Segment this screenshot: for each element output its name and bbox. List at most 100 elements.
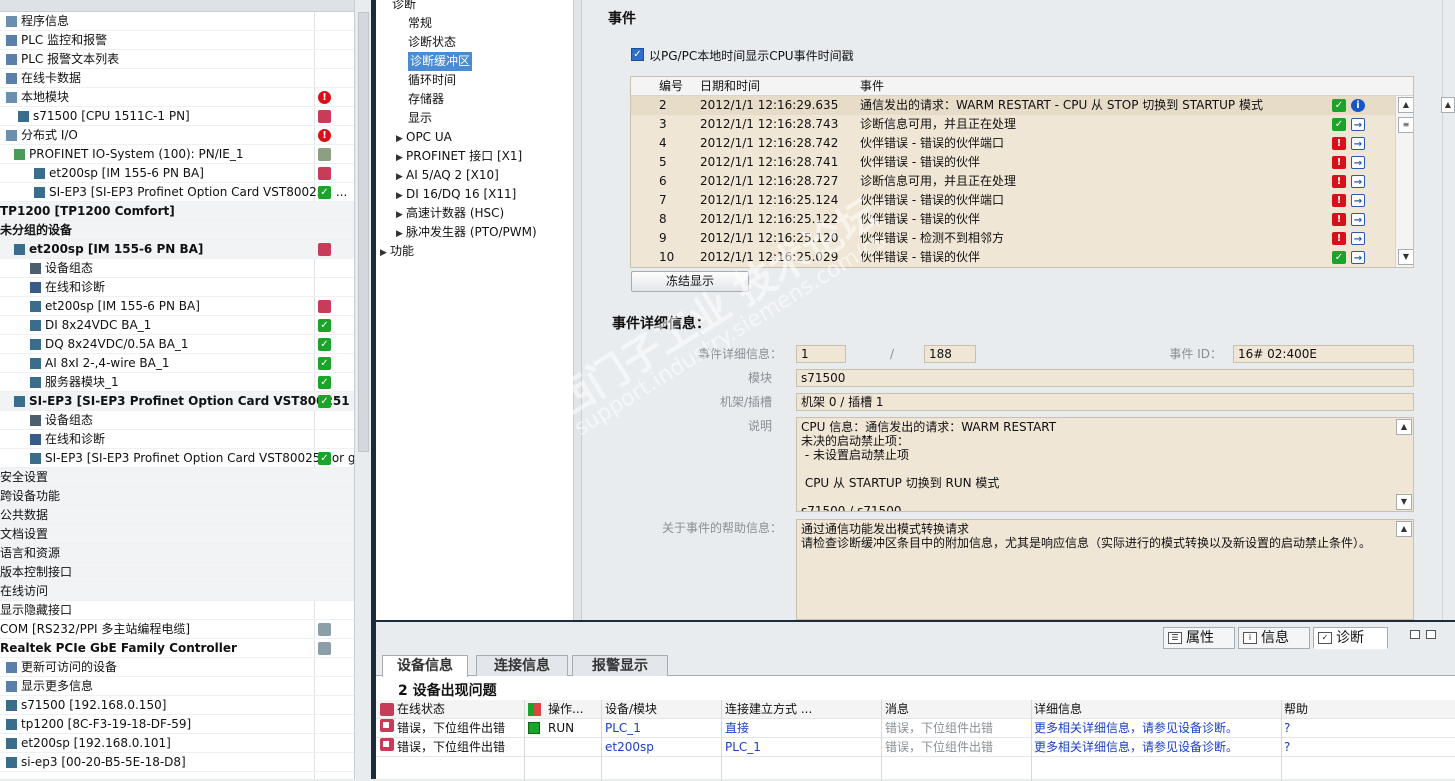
event-table-scrollbar[interactable]: ▲ ≡ ▼ <box>1395 96 1413 267</box>
event-row[interactable]: 2 2012/1/1 12:16:29.635 通信发出的请求：WARM RESTA… <box>631 96 1413 115</box>
nav-item[interactable]: ▶ 脉冲发生器 (PTO/PWM) <box>396 223 537 242</box>
tree-item[interactable]: s71500 [192.168.0.150] <box>0 696 354 715</box>
nav-item[interactable]: ▶ AI 5/AQ 2 [X10] <box>396 166 499 185</box>
scroll-thumb[interactable]: ≡ <box>1398 117 1413 133</box>
tree-item[interactable]: 公共数据 <box>0 506 354 525</box>
layout-icon[interactable] <box>1426 630 1436 639</box>
detail-index-field[interactable]: 1 <box>796 345 846 363</box>
device-detail[interactable]: 更多相关详细信息，请参见设备诊断。 <box>1034 738 1238 757</box>
scroll-down-button[interactable]: ▼ <box>1398 249 1413 265</box>
tree-item[interactable]: PROFINET IO-System (100): PN/IE_1 <box>0 145 354 164</box>
nav-item[interactable]: 诊断 <box>392 0 416 14</box>
main-scroll-up[interactable]: ▲ <box>1441 97 1455 113</box>
nav-item[interactable]: ▶ 功能 <box>380 242 414 261</box>
col-datetime[interactable]: 日期和时间 <box>700 77 760 96</box>
tree-item[interactable]: SI-EP3 [SI-EP3 Profinet Option Card VST8… <box>0 392 354 411</box>
freeze-display-button[interactable]: 冻结显示 <box>631 271 749 292</box>
nav-item[interactable]: ▶ 高速计数器 (HSC) <box>396 204 504 223</box>
tree-item[interactable]: et200sp [IM 155-6 PN BA] <box>0 164 354 183</box>
col-connection[interactable]: 连接建立方式 ... <box>725 700 812 719</box>
event-row[interactable]: 5 2012/1/1 12:16:28.741 伙伴错误 - 错误的伙伴! → <box>631 153 1413 172</box>
tree-item[interactable]: 版本控制接口 <box>0 563 354 582</box>
tree-item[interactable]: PLC 监控和报警 <box>0 31 354 50</box>
device-device[interactable]: et200sp <box>605 738 654 757</box>
event-row[interactable]: 8 2012/1/1 12:16:25.122 伙伴错误 - 错误的伙伴! → <box>631 210 1413 229</box>
tab-info[interactable]: i 信息 <box>1238 627 1310 649</box>
desc-scroll-up[interactable]: ▲ <box>1396 419 1412 435</box>
subtab-connection-info[interactable]: 连接信息 <box>476 655 568 676</box>
nav-item[interactable]: 显示 <box>408 109 432 128</box>
main-scrollbar[interactable]: ▲ <box>1441 0 1455 620</box>
tree-item[interactable]: 未分组的设备 <box>0 221 354 240</box>
device-device[interactable]: PLC_1 <box>605 719 641 738</box>
col-device[interactable]: 设备/模块 <box>605 700 657 719</box>
nav-item[interactable]: 诊断缓冲区 <box>408 52 473 71</box>
event-row[interactable]: 7 2012/1/1 12:16:25.124 伙伴错误 - 错误的伙伴端口! → <box>631 191 1413 210</box>
tree-item[interactable]: et200sp [IM 155-6 PN BA] <box>0 240 354 259</box>
col-message[interactable]: 消息 <box>885 700 909 719</box>
tree-item[interactable]: 更新可访问的设备 <box>0 658 354 677</box>
col-details[interactable]: 详细信息 <box>1034 700 1082 719</box>
tree-item[interactable]: DI 8x24VDC BA_1 ✓ <box>0 316 354 335</box>
tree-item[interactable]: 语言和资源 <box>0 544 354 563</box>
help-scroll-up[interactable]: ▲ <box>1396 521 1412 537</box>
tree-item[interactable]: 分布式 I/O! <box>0 126 354 145</box>
tab-diagnostics[interactable]: ✓ 诊断 <box>1313 627 1388 649</box>
expand-arrow-icon[interactable]: ▶ <box>380 244 390 263</box>
local-time-checkbox[interactable]: ✓ <box>631 48 644 61</box>
event-row[interactable]: 3 2012/1/1 12:16:28.743 诊断信息可用，并且正在处理 ✓ → <box>631 115 1413 134</box>
tree-item[interactable]: 程序信息 <box>0 12 354 31</box>
col-number[interactable]: 编号 <box>659 77 683 96</box>
tree-item[interactable]: 设备组态 <box>0 259 354 278</box>
tree-item[interactable]: 跨设备功能 <box>0 487 354 506</box>
subtab-alarm-display[interactable]: 报警显示 <box>572 655 668 676</box>
desc-scroll-down[interactable]: ▼ <box>1396 494 1412 510</box>
tree-item[interactable]: TP1200 [TP1200 Comfort] <box>0 202 354 221</box>
tree-item[interactable]: COM [RS232/PPI 多主站编程电缆] <box>0 620 354 639</box>
tree-item[interactable]: 在线访问 <box>0 582 354 601</box>
tree-item[interactable]: 文档设置 <box>0 525 354 544</box>
tree-item[interactable]: si-ep3 [00-20-B5-5E-18-D8] <box>0 753 354 772</box>
device-help[interactable]: ? <box>1284 738 1290 757</box>
tree-scroll-thumb[interactable] <box>358 12 369 452</box>
tree-item[interactable]: 设备组态 <box>0 411 354 430</box>
col-operating[interactable]: 操作... <box>548 700 583 719</box>
col-help[interactable]: 帮助 <box>1284 700 1308 719</box>
nav-item[interactable]: ▶ DI 16/DQ 16 [X11] <box>396 185 516 204</box>
tree-item[interactable]: 在线卡数据 <box>0 69 354 88</box>
nav-item[interactable]: 存储器 <box>408 90 444 109</box>
tree-item[interactable]: tp1200 [8C-F3-19-18-DF-59] <box>0 715 354 734</box>
tree-item[interactable]: DQ 8x24VDC/0.5A BA_1 ✓ <box>0 335 354 354</box>
tree-item[interactable]: 服务器模块_1 ✓ <box>0 373 354 392</box>
tree-item[interactable]: et200sp [192.168.0.101] <box>0 734 354 753</box>
event-row[interactable]: 6 2012/1/1 12:16:28.727 诊断信息可用，并且正在处理! → <box>631 172 1413 191</box>
restore-icon[interactable] <box>1410 630 1420 639</box>
tree-item[interactable]: AI 8xI 2-,4-wire BA_1 ✓ <box>0 354 354 373</box>
col-online-status[interactable]: 在线状态 <box>397 700 445 719</box>
tree-item[interactable]: 显示隐藏接口 <box>0 601 354 620</box>
scroll-up-button[interactable]: ▲ <box>1398 97 1413 113</box>
nav-splitter[interactable] <box>574 0 582 620</box>
tree-item[interactable]: 在线和诊断 <box>0 430 354 449</box>
nav-item[interactable]: 常规 <box>408 14 432 33</box>
tree-item[interactable]: 安全设置 <box>0 468 354 487</box>
col-event[interactable]: 事件 <box>860 77 884 96</box>
tree-scrollbar[interactable] <box>354 0 371 779</box>
tree-item[interactable]: SI-EP3 [SI-EP3 Profinet Option Card VST8… <box>0 449 354 468</box>
tab-properties[interactable]: ☰ 属性 <box>1163 627 1235 649</box>
tree-item[interactable]: SI-EP3 [SI-EP3 Profinet Option Card VST8… <box>0 183 354 202</box>
event-row[interactable]: 9 2012/1/1 12:16:25.120 伙伴错误 - 检测不到相邻方! → <box>631 229 1413 248</box>
device-row[interactable]: 错误，下位组件出错 RUN PLC_1 直接 错误，下位组件出错 更多相关详细信息，请参见… <box>376 719 1455 738</box>
tree-item[interactable]: 本地模块! <box>0 88 354 107</box>
event-row[interactable]: 4 2012/1/1 12:16:28.742 伙伴错误 - 错误的伙伴端口! → <box>631 134 1413 153</box>
tree-item[interactable]: 显示更多信息 <box>0 677 354 696</box>
subtab-device-info[interactable]: 设备信息 <box>382 655 468 677</box>
nav-item[interactable]: ▶ PROFINET 接口 [X1] <box>396 147 522 166</box>
tree-item[interactable]: et200sp [IM 155-6 PN BA] <box>0 297 354 316</box>
nav-item[interactable]: 诊断状态 <box>408 33 456 52</box>
tree-item[interactable]: PLC 报警文本列表 <box>0 50 354 69</box>
event-row[interactable]: 10 2012/1/1 12:16:25.029 伙伴错误 - 错误的伙伴 ✓ → <box>631 248 1413 267</box>
tree-item[interactable]: 在线和诊断 <box>0 278 354 297</box>
device-help[interactable]: ? <box>1284 719 1290 738</box>
nav-item[interactable]: ▶ OPC UA <box>396 128 452 147</box>
